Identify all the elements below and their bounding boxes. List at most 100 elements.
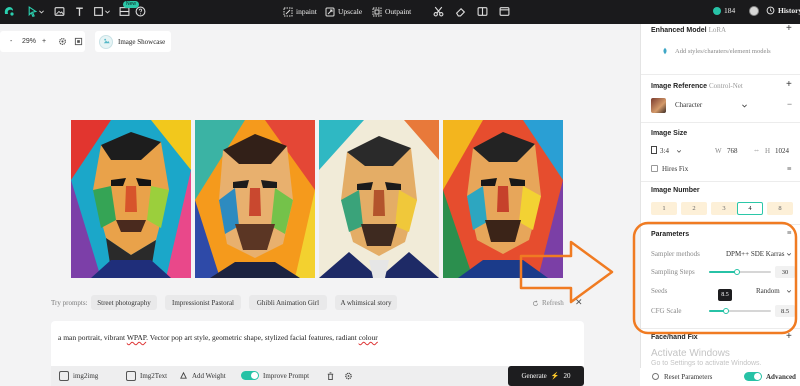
image-number-option[interactable]: 8 <box>767 202 793 215</box>
add-lora-button[interactable]: + <box>786 24 792 34</box>
prompt-chip[interactable]: Impressionist Pastoral <box>165 295 241 310</box>
cfg-scale-slider[interactable] <box>709 308 771 314</box>
layout-icon[interactable] <box>477 6 488 17</box>
text-tool-icon[interactable] <box>74 6 85 17</box>
settings-icon[interactable] <box>344 371 353 381</box>
image-icon[interactable] <box>54 6 65 17</box>
outpaint-label: Outpaint <box>385 7 412 16</box>
reference-thumbnail[interactable] <box>651 98 666 113</box>
prompt-chip[interactable]: Street photography <box>91 295 157 310</box>
inpaint-button[interactable]: inpaint <box>283 6 317 17</box>
aspect-ratio-select[interactable]: 3:4 <box>660 147 669 155</box>
improve-prompt-label: Improve Prompt <box>263 371 310 380</box>
width-label: W <box>715 147 722 155</box>
img2img-button[interactable]: img2img <box>59 371 98 381</box>
sampling-steps-value[interactable]: 30 <box>775 266 795 278</box>
divider <box>641 122 800 123</box>
trash-icon[interactable] <box>326 371 335 381</box>
scissors-icon[interactable] <box>433 6 444 17</box>
refresh-icon <box>533 300 538 306</box>
image-number-option[interactable]: 2 <box>681 202 707 215</box>
try-prompts-label: Try prompts: <box>51 299 88 307</box>
prompt-chip[interactable]: A whimsical story <box>335 295 397 310</box>
generated-image-3[interactable] <box>319 120 439 278</box>
chevron-down-icon[interactable] <box>786 288 792 294</box>
zoom-in-button[interactable]: + <box>42 38 46 45</box>
prompt-text-part: . Vector pop art style, geometric shape,… <box>146 333 359 342</box>
link-dimensions-icon[interactable]: ⇔ <box>753 146 760 154</box>
sampling-steps-slider[interactable] <box>709 269 771 275</box>
image-showcase-button[interactable]: Image Showcase <box>95 31 171 52</box>
add-reference-button[interactable]: + <box>786 80 792 90</box>
prompt-chip[interactable]: Ghibli Animation Girl <box>249 295 327 310</box>
chevron-down-icon[interactable] <box>786 251 792 257</box>
image-number-title: Image Number <box>651 187 700 194</box>
history-button[interactable]: History <box>766 6 800 15</box>
menu-icon[interactable]: ≡ <box>787 228 792 237</box>
prompt-toolbar: img2img Img2Text Add Weight Improve Prom… <box>51 366 584 386</box>
chevron-down-icon[interactable] <box>741 102 748 109</box>
image-number-option[interactable]: 1 <box>651 202 677 215</box>
img2img-icon <box>59 371 69 381</box>
help-icon[interactable] <box>135 6 146 17</box>
reference-type[interactable]: Character <box>675 101 702 109</box>
height-input[interactable]: 1024 <box>775 147 789 155</box>
logo-icon[interactable] <box>3 5 15 17</box>
seeds-select[interactable]: Random <box>756 287 780 295</box>
watermark-title: Activate Windows <box>651 348 730 359</box>
reset-icon[interactable] <box>652 373 659 380</box>
chevron-down-icon[interactable] <box>104 6 111 17</box>
slider-handle[interactable] <box>733 269 740 275</box>
credit-icon <box>713 6 721 15</box>
menu-icon[interactable]: ≡ <box>787 164 792 173</box>
slider-handle[interactable] <box>722 308 729 314</box>
advanced-toggle[interactable] <box>744 372 762 381</box>
img2text-button[interactable]: Img2Text <box>126 371 167 381</box>
img2img-label: img2img <box>73 372 99 380</box>
generated-image-1[interactable] <box>71 120 191 278</box>
refresh-button[interactable]: Refresh <box>532 299 564 307</box>
outpaint-icon <box>372 7 382 16</box>
divider <box>641 181 800 182</box>
zoom-out-button[interactable]: - <box>10 38 12 45</box>
bolt-icon: ⚡ <box>550 372 560 380</box>
sampler-select[interactable]: DPM++ SDE Karras <box>726 250 784 258</box>
divider <box>641 74 800 75</box>
width-input[interactable]: 768 <box>727 147 738 155</box>
reset-parameters-button[interactable]: Reset Parameters <box>664 373 712 381</box>
generated-image-4[interactable] <box>443 120 563 278</box>
history-label: History <box>778 6 800 15</box>
image-number-option-selected[interactable]: 4 <box>737 202 763 215</box>
generate-label: Generate <box>521 372 547 380</box>
user-avatar[interactable] <box>749 6 759 16</box>
outpaint-button[interactable]: Outpaint <box>372 6 411 17</box>
window-icon[interactable] <box>499 6 510 17</box>
lora-placeholder[interactable]: Add styles/charaters/element models <box>675 48 771 55</box>
shape-tool-icon[interactable] <box>93 6 104 17</box>
remove-reference-button[interactable]: − <box>787 99 792 109</box>
settings-gear-icon[interactable] <box>58 37 67 46</box>
chevron-down-icon[interactable] <box>38 6 45 17</box>
chevron-down-icon[interactable] <box>676 148 682 154</box>
eraser-icon[interactable] <box>455 6 466 17</box>
generate-button[interactable]: Generate ⚡ 20 <box>508 366 584 386</box>
improve-prompt-toggle[interactable]: Improve Prompt <box>241 371 309 380</box>
select-tool-icon[interactable] <box>27 6 38 17</box>
hires-fix-checkbox[interactable] <box>651 165 658 172</box>
showcase-label: Image Showcase <box>118 37 166 46</box>
zoom-control: - 29% + <box>0 31 85 52</box>
add-weight-button[interactable]: Add Weight <box>179 371 226 380</box>
prompt-text-flagged: WPAP <box>126 333 147 342</box>
enhanced-model-title: Enhanced Model LoRA <box>651 26 726 34</box>
section-title: Image Reference <box>651 83 708 90</box>
image-number-option[interactable]: 3 <box>711 202 737 215</box>
prompt-text: a man portrait, vibrant WPAP. Vector pop… <box>58 333 378 342</box>
wpap-portrait-image <box>71 120 191 278</box>
credits-counter[interactable]: 184 <box>713 6 735 15</box>
cfg-scale-value[interactable]: 8.5 <box>775 305 795 317</box>
fit-screen-icon[interactable] <box>74 37 83 46</box>
upscale-button[interactable]: Upscale <box>325 6 362 17</box>
generated-image-2[interactable] <box>195 120 315 278</box>
add-face-fix-button[interactable]: + <box>786 332 792 342</box>
close-suggestions-button[interactable]: ✕ <box>575 297 583 308</box>
